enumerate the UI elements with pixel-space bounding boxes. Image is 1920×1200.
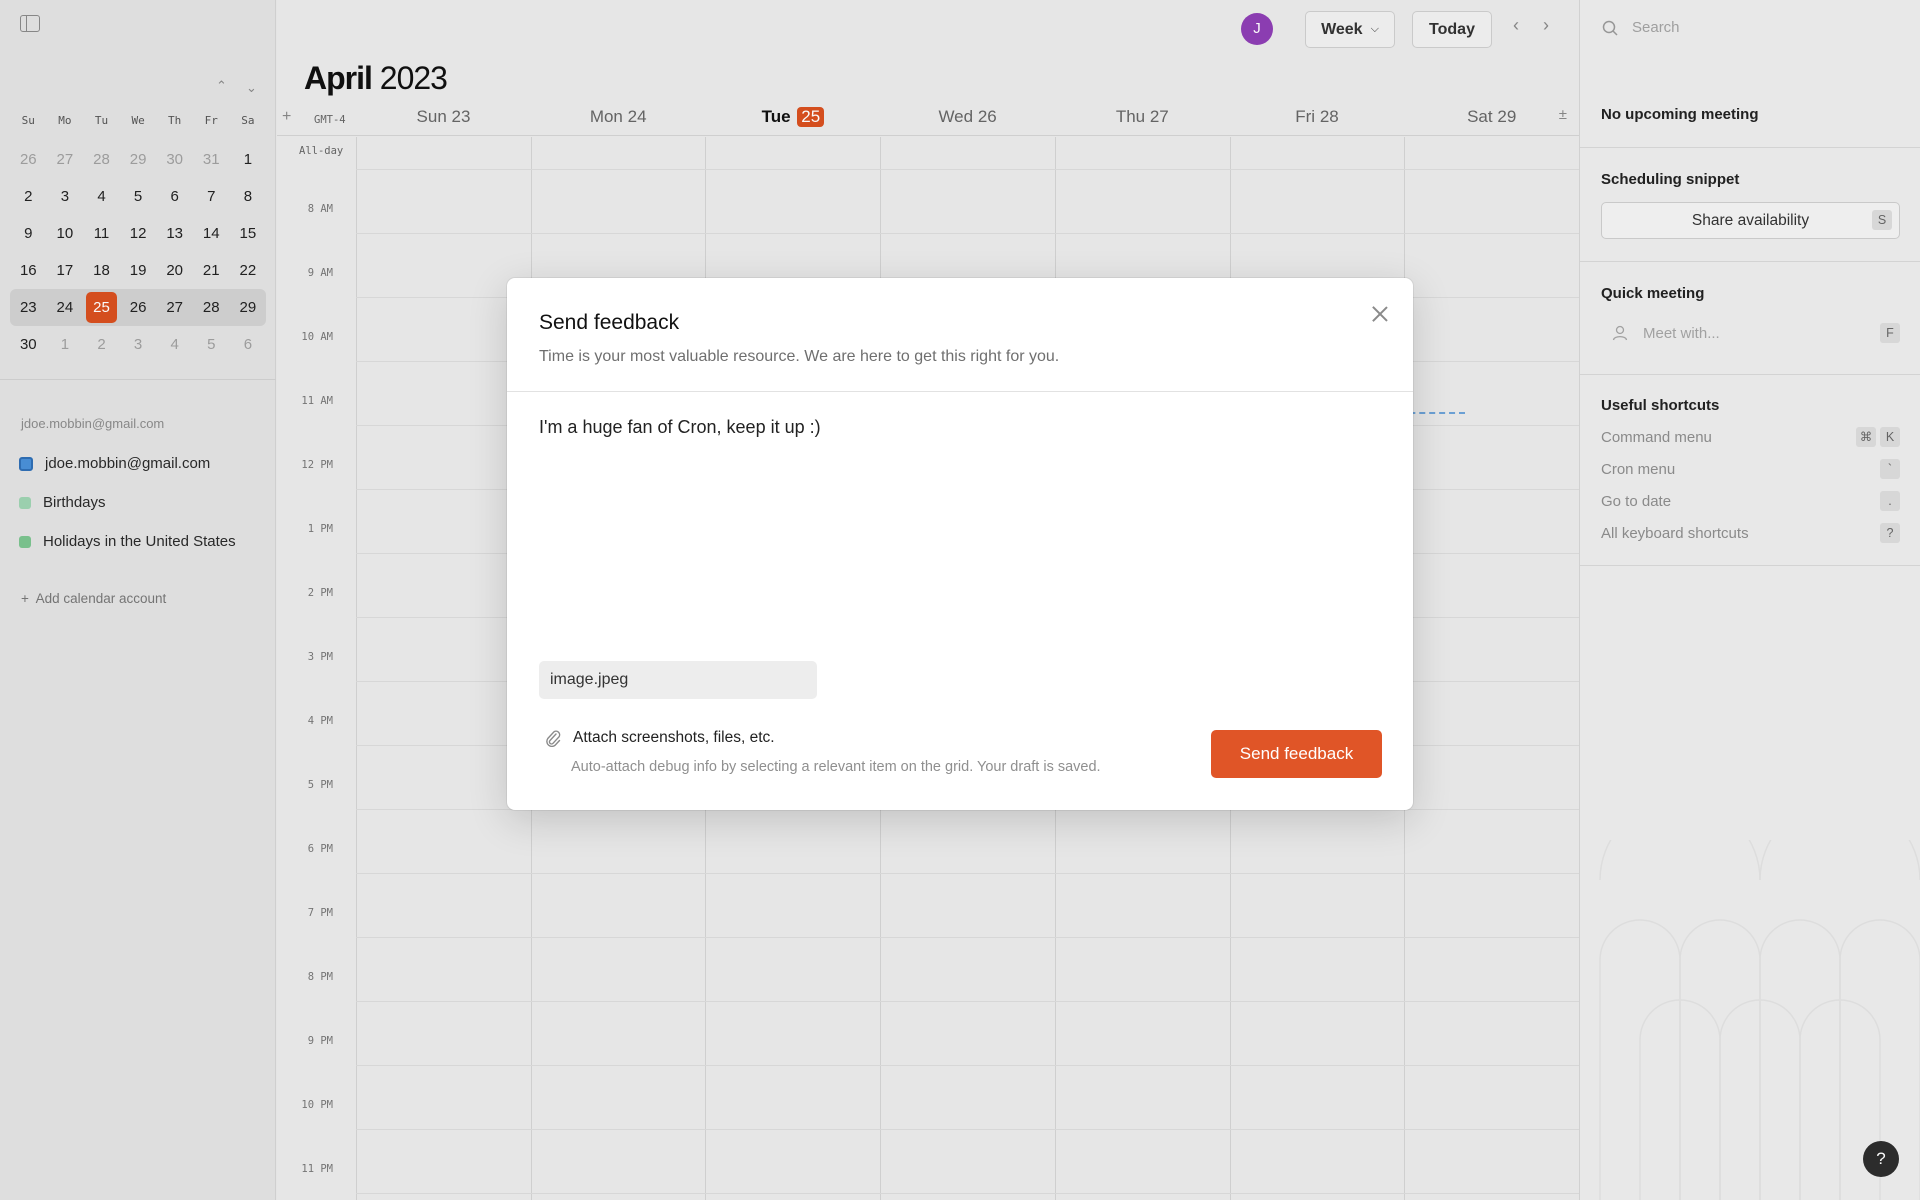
dialog-subtitle: Time is your most valuable resource. We … [539, 348, 1060, 365]
attach-files-button[interactable]: Attach screenshots, files, etc. [545, 729, 775, 747]
attach-files-label: Attach screenshots, files, etc. [573, 729, 775, 746]
attachment-chip[interactable]: image.jpeg [539, 661, 817, 699]
dialog-title: Send feedback [539, 311, 680, 334]
dialog-divider [507, 391, 1413, 392]
feedback-textarea[interactable]: I'm a huge fan of Cron, keep it up :) [539, 416, 1379, 656]
feedback-dialog: Send feedback Time is your most valuable… [507, 278, 1413, 810]
close-icon[interactable] [1369, 303, 1391, 325]
send-feedback-button[interactable]: Send feedback [1211, 730, 1382, 778]
attach-hint: Auto-attach debug info by selecting a re… [571, 759, 1101, 775]
paperclip-icon [546, 730, 561, 747]
